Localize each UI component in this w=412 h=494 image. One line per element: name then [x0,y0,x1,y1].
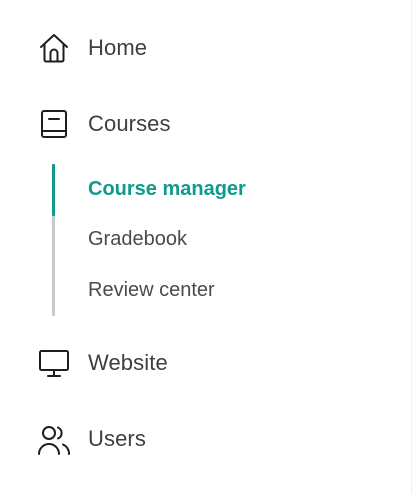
nav-item-website-label: Website [88,350,168,375]
sidebar-nav: Home Courses Course manager Gradebook Re… [0,0,412,494]
subnav-active-indicator [52,164,55,216]
nav-item-website[interactable]: Website [0,345,300,381]
nav-item-home-label: Home [88,35,148,60]
subnav-item-course-manager[interactable]: Course manager [88,178,246,201]
nav-item-home[interactable]: Home [0,30,300,66]
nav-item-courses-label: Courses [88,111,171,136]
subnav-item-gradebook[interactable]: Gradebook [88,228,187,251]
users-icon [36,421,72,457]
home-icon [36,30,72,66]
nav-item-users[interactable]: Users [0,421,300,457]
monitor-icon [36,345,72,381]
subnav-item-review-center[interactable]: Review center [88,279,215,302]
nav-item-users-label: Users [88,426,146,451]
nav-item-courses[interactable]: Courses [0,106,300,142]
book-icon [36,106,72,142]
